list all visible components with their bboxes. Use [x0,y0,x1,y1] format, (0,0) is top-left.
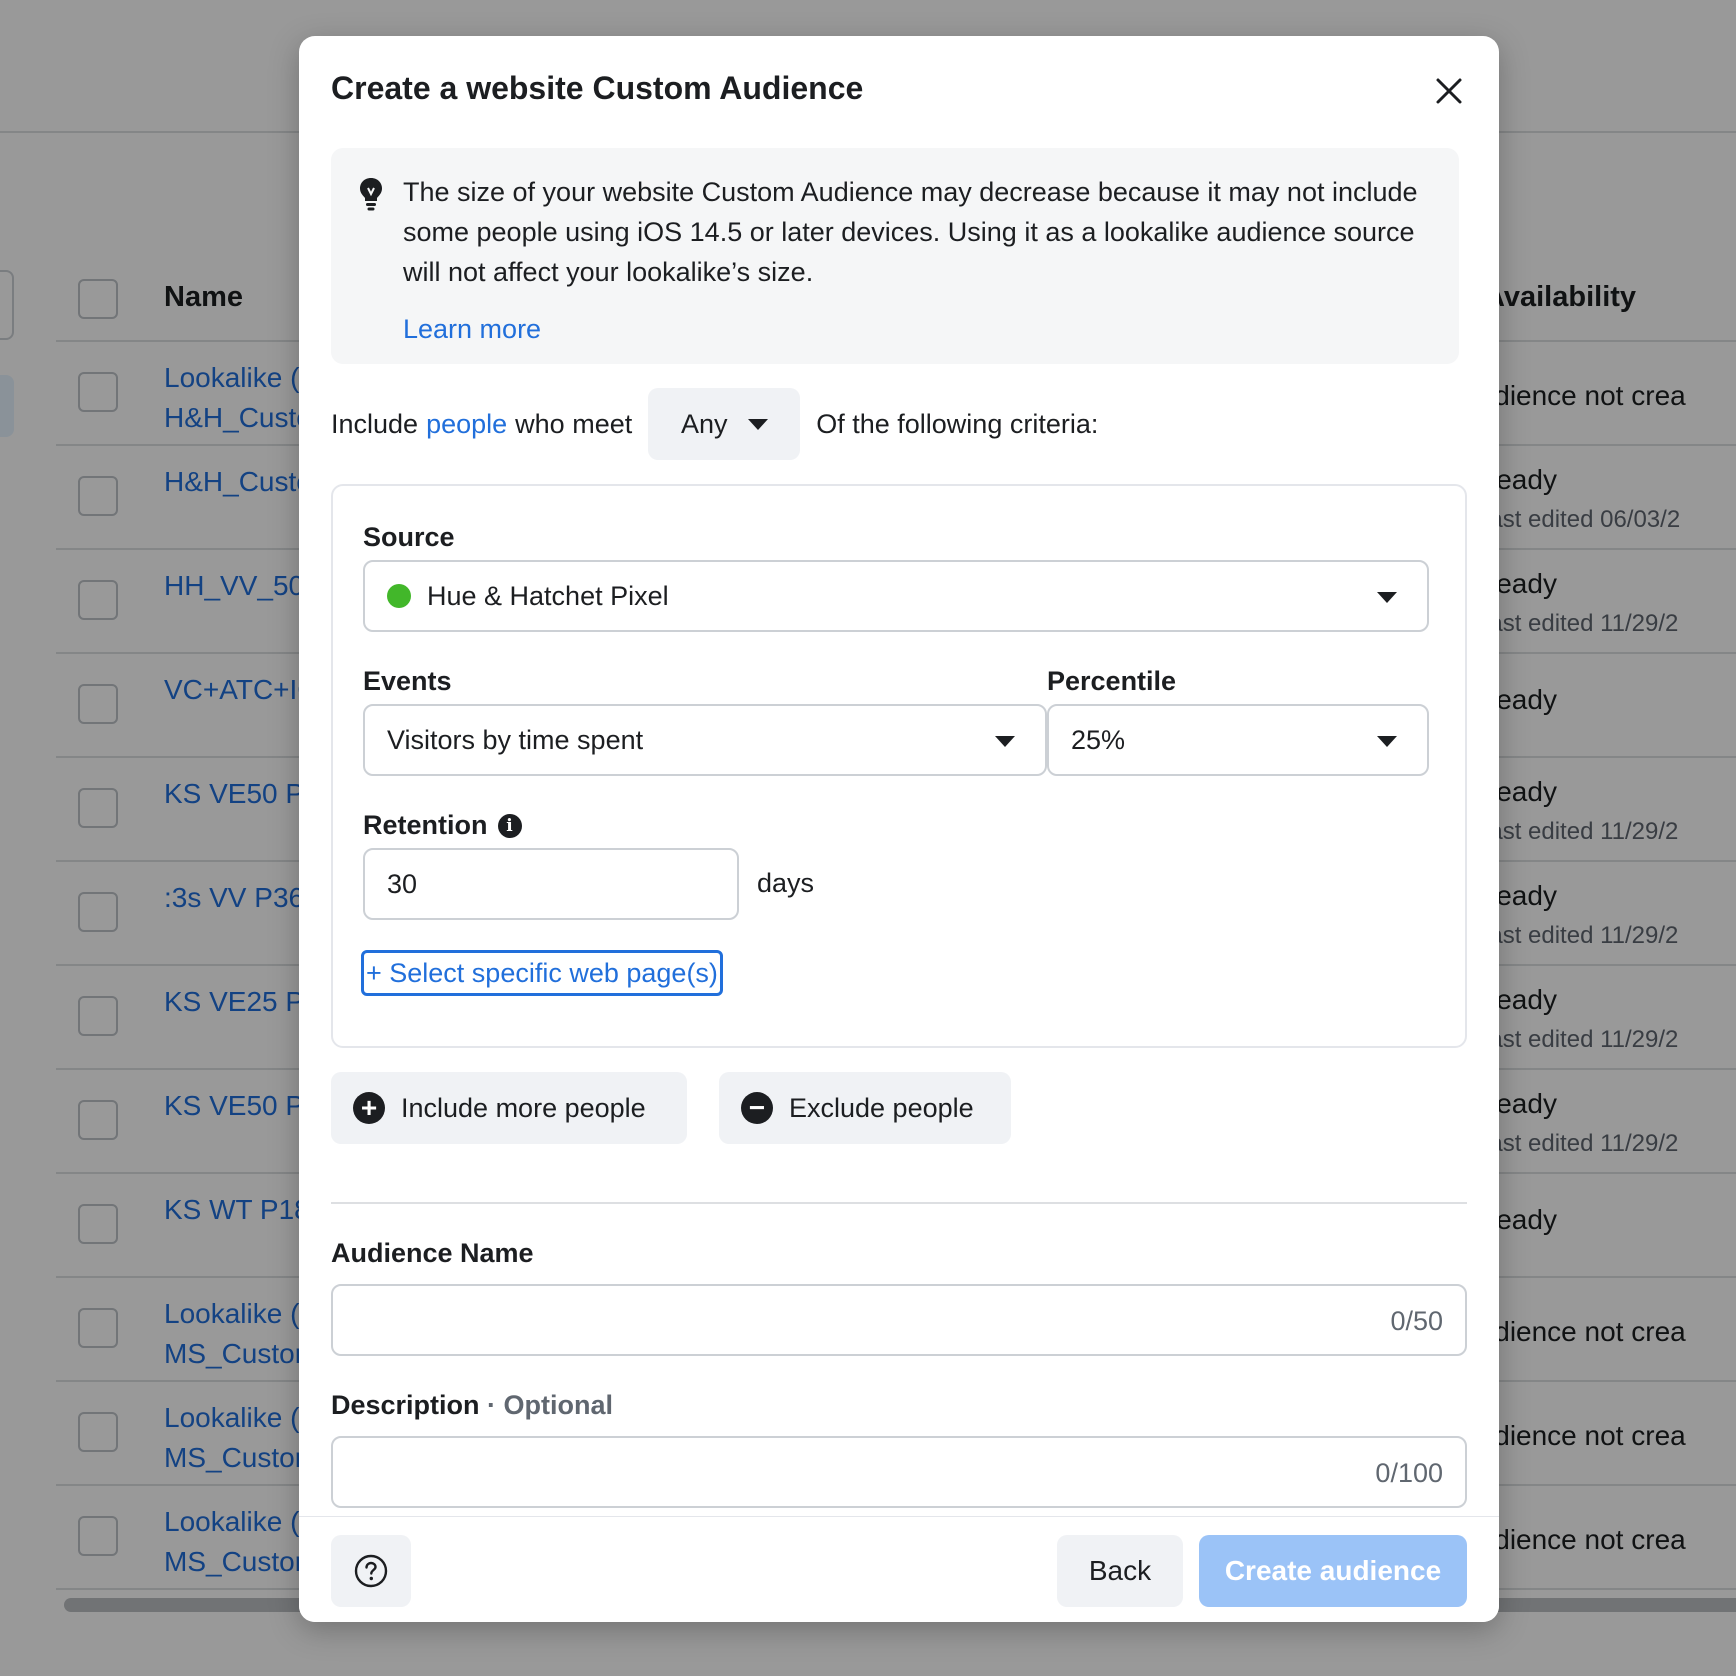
retention-value: 30 [387,868,418,899]
exclude-people-button[interactable]: − Exclude people [719,1072,1011,1144]
people-link[interactable]: people [426,409,507,440]
description-label-row: Description · Optional [331,1390,613,1421]
create-custom-audience-dialog: Create a website Custom Audience The siz… [299,36,1499,1622]
create-audience-button[interactable]: Create audience [1199,1535,1467,1607]
caret-down-icon [1377,736,1397,747]
audience-name-input[interactable]: 0/50 [331,1284,1467,1356]
dialog-footer: Back Create audience [299,1516,1499,1622]
description-counter: 0/100 [1375,1458,1443,1488]
retention-label-row: Retention i [363,810,522,841]
include-more-label: Include more people [401,1092,646,1123]
percentile-value: 25% [1071,724,1126,755]
caret-down-icon [995,736,1015,747]
source-label: Source [363,522,455,552]
source-value: Hue & Hatchet Pixel [427,580,669,611]
plus-circle-icon: + [353,1092,385,1124]
question-circle-icon [354,1554,388,1588]
description-input[interactable]: 0/100 [331,1436,1467,1508]
retention-label: Retention [363,810,488,840]
criteria-middle: who meet [515,408,633,439]
optional-tag: · Optional [487,1390,614,1420]
minus-circle-icon: − [741,1092,773,1124]
percentile-dropdown[interactable]: 25% [1047,704,1429,776]
caret-down-icon [747,418,768,430]
section-divider [331,1202,1467,1204]
learn-more-link[interactable]: Learn more [403,314,541,345]
criteria-card: Source Hue & Hatchet Pixel Events Visito… [331,484,1467,1048]
help-button[interactable] [331,1535,411,1607]
lightbulb-icon [360,178,382,211]
criteria-suffix: Of the following criteria: [816,408,1099,439]
audience-name-counter: 0/50 [1390,1306,1443,1336]
events-label: Events [363,666,452,696]
retention-unit: days [757,868,815,898]
criteria-row: Include people who meet Any Of the follo… [331,388,1098,460]
match-type-dropdown[interactable]: Any [648,388,801,460]
source-dropdown[interactable]: Hue & Hatchet Pixel [363,560,1429,632]
include-more-people-button[interactable]: + Include more people [331,1072,687,1144]
percentile-label: Percentile [1047,666,1177,696]
ios-notice-banner: The size of your website Custom Audience… [331,148,1459,364]
dialog-title: Create a website Custom Audience [331,70,864,106]
retention-input[interactable]: 30 [363,848,739,920]
caret-down-icon [1377,592,1397,603]
close-button[interactable] [1424,66,1474,116]
description-label: Description [331,1390,480,1420]
select-specific-pages-link[interactable]: + Select specific web page(s) [361,950,723,996]
back-button[interactable]: Back [1057,1535,1183,1607]
match-type-value: Any [680,408,728,439]
pixel-status-dot [387,584,411,608]
exclude-label: Exclude people [789,1092,974,1123]
info-icon[interactable]: i [497,813,522,838]
close-icon [1436,78,1462,104]
criteria-prefix: Include [331,408,419,439]
notice-text: The size of your website Custom Audience… [403,177,1418,287]
events-dropdown[interactable]: Visitors by time spent [363,704,1047,776]
events-value: Visitors by time spent [387,724,644,755]
audience-name-label: Audience Name [331,1238,534,1268]
